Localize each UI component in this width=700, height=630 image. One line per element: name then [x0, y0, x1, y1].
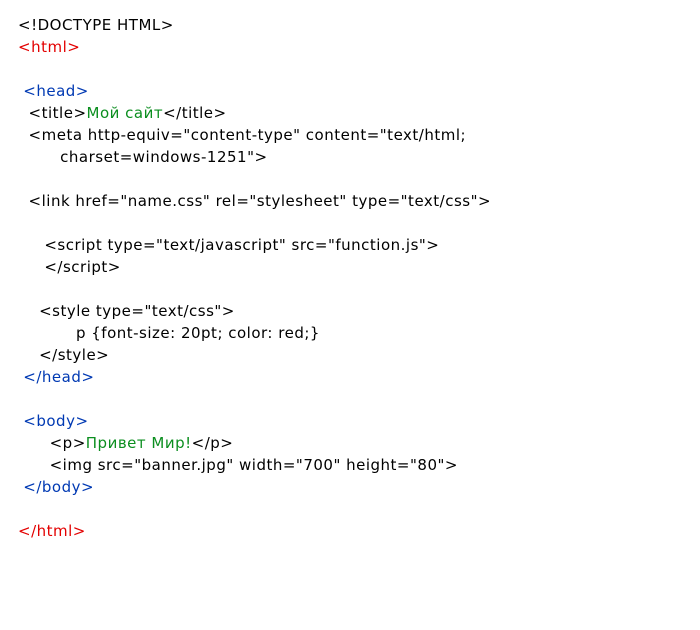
indent [18, 302, 39, 320]
indent [18, 434, 50, 452]
code-token: </style> [39, 346, 109, 364]
code-token: <body> [23, 412, 88, 430]
indent [18, 346, 39, 364]
code-token: <link href="name.css" rel="stylesheet" t… [29, 192, 492, 210]
code-token: <!DOCTYPE HTML> [18, 16, 174, 34]
indent [18, 258, 44, 276]
code-line: <p>Привет Мир!</p> [18, 432, 700, 454]
code-line [18, 388, 700, 410]
code-line: <html> [18, 36, 700, 58]
code-token: <title> [29, 104, 87, 122]
code-token: Привет Мир! [86, 434, 192, 452]
code-token: <img src="banner.jpg" width="700" height… [50, 456, 458, 474]
indent [18, 192, 29, 210]
code-line: charset=windows-1251"> [18, 146, 700, 168]
indent [18, 148, 60, 166]
code-line: </script> [18, 256, 700, 278]
code-line: </html> [18, 520, 700, 542]
code-line [18, 498, 700, 520]
code-line: </style> [18, 344, 700, 366]
code-line: <title>Мой сайт</title> [18, 102, 700, 124]
code-token: <style type="text/css"> [39, 302, 235, 320]
code-token: </head> [23, 368, 94, 386]
code-line: <!DOCTYPE HTML> [18, 14, 700, 36]
code-line: p {font-size: 20pt; color: red;} [18, 322, 700, 344]
code-line: </head> [18, 366, 700, 388]
indent [18, 324, 76, 342]
code-block: <!DOCTYPE HTML> <html> <head> <title>Мой … [0, 0, 700, 542]
code-token: <meta http-equiv="content-type" content=… [29, 126, 467, 144]
code-token: </html> [18, 522, 86, 540]
code-token: </script> [44, 258, 121, 276]
code-line: <head> [18, 80, 700, 102]
code-token: Мой сайт [87, 104, 164, 122]
code-line: </body> [18, 476, 700, 498]
code-line: <link href="name.css" rel="stylesheet" t… [18, 190, 700, 212]
code-token: charset=windows-1251"> [60, 148, 267, 166]
code-token: <p> [50, 434, 86, 452]
code-line [18, 212, 700, 234]
code-line [18, 168, 700, 190]
indent [18, 456, 50, 474]
code-line [18, 278, 700, 300]
code-line [18, 58, 700, 80]
code-line: <style type="text/css"> [18, 300, 700, 322]
code-token: p {font-size: 20pt; color: red;} [76, 324, 320, 342]
indent [18, 236, 44, 254]
code-token: </body> [23, 478, 94, 496]
indent [18, 104, 29, 122]
code-token: <script type="text/javascript" src="func… [44, 236, 439, 254]
code-token: </p> [192, 434, 234, 452]
code-line: <img src="banner.jpg" width="700" height… [18, 454, 700, 476]
code-token: </title> [163, 104, 227, 122]
indent [18, 126, 29, 144]
code-line: <meta http-equiv="content-type" content=… [18, 124, 700, 146]
code-token: <head> [23, 82, 89, 100]
code-token: <html> [18, 38, 80, 56]
code-line: <body> [18, 410, 700, 432]
code-line: <script type="text/javascript" src="func… [18, 234, 700, 256]
